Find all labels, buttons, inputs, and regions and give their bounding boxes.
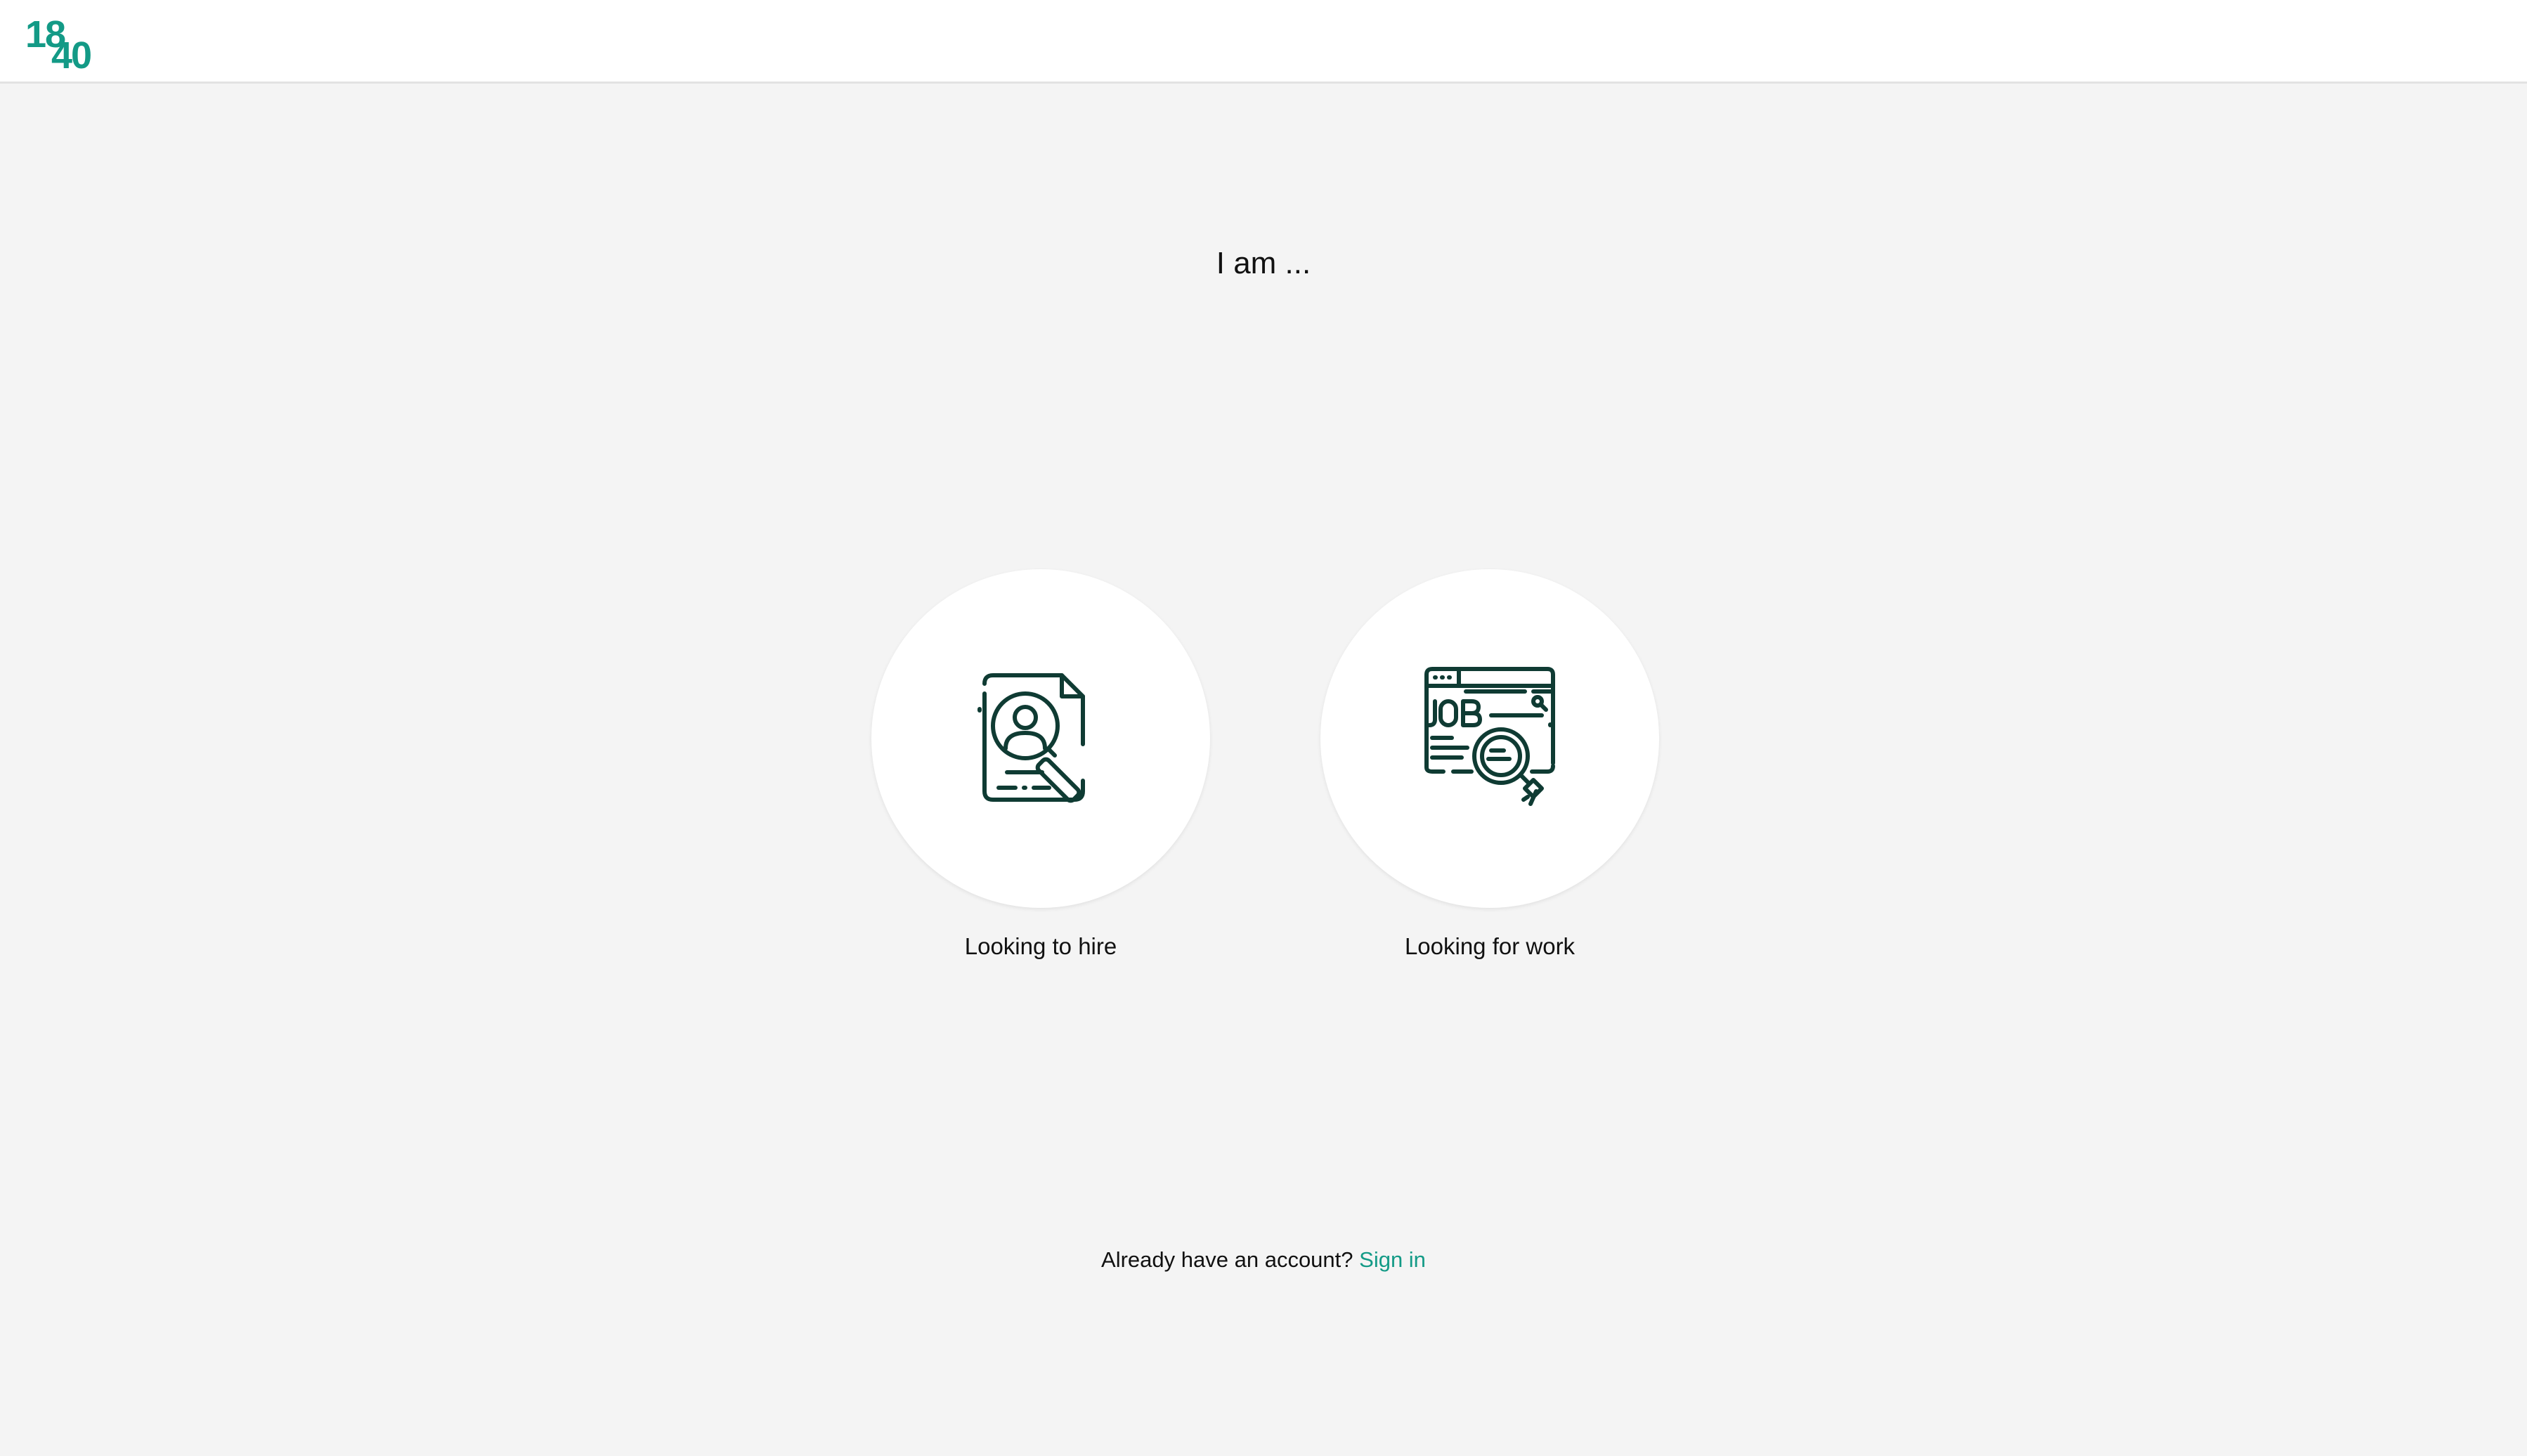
- page-title: I am ...: [1216, 246, 1311, 280]
- signin-prompt: Already have an account? Sign in: [0, 1247, 2527, 1273]
- looking-to-hire-option[interactable]: Looking to hire: [871, 569, 1210, 960]
- signin-prompt-text: Already have an account?: [1101, 1247, 1353, 1272]
- looking-to-hire-circle[interactable]: [871, 569, 1210, 908]
- job-search-icon: [1424, 667, 1555, 806]
- looking-for-work-circle[interactable]: [1320, 569, 1659, 908]
- looking-for-work-option[interactable]: Looking for work: [1320, 569, 1659, 960]
- candidate-search-icon: [977, 673, 1085, 803]
- signin-link[interactable]: Sign in: [1359, 1247, 1426, 1272]
- top-bar: 18 40: [0, 0, 2527, 84]
- looking-for-work-label: Looking for work: [1404, 933, 1576, 959]
- looking-to-hire-label: Looking to hire: [964, 933, 1117, 959]
- logo-text-bottom: 40: [51, 34, 92, 77]
- brand-logo[interactable]: 18 40: [25, 13, 103, 77]
